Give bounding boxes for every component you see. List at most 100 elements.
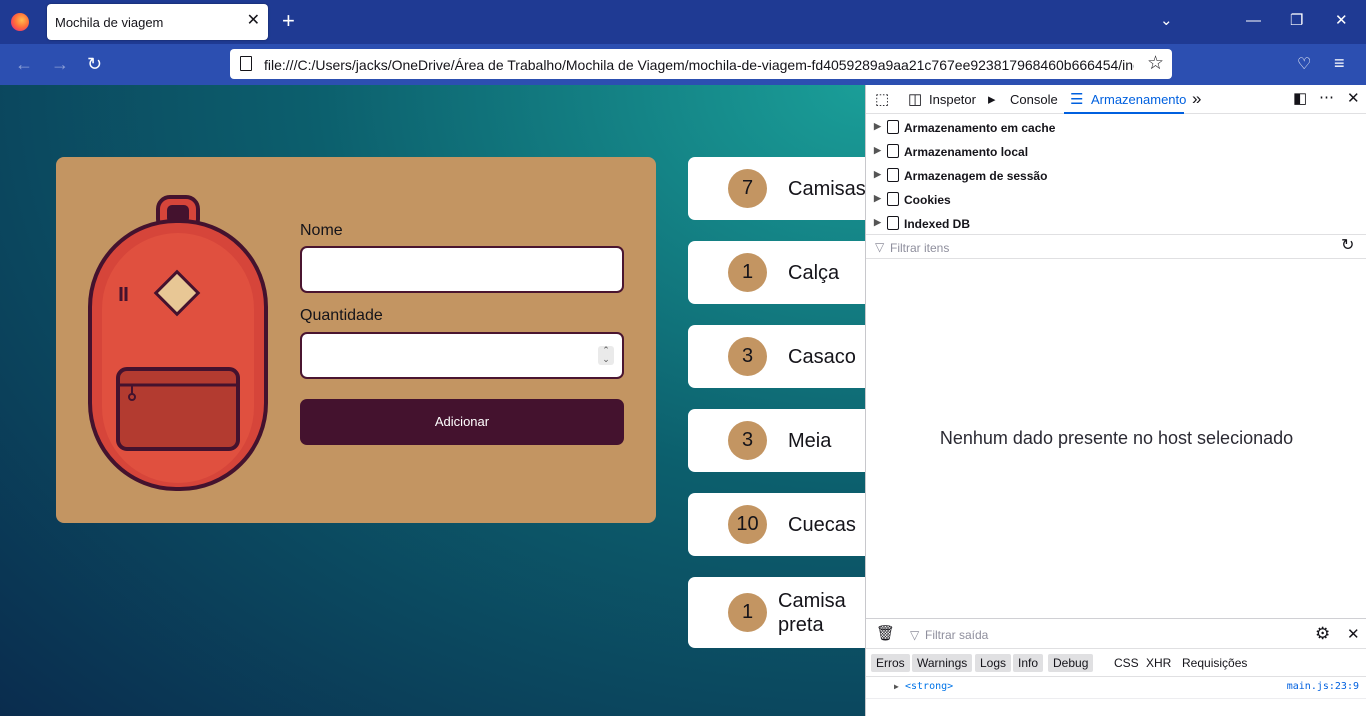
item-quantity-badge: 7 — [728, 169, 767, 208]
back-icon[interactable]: ← — [15, 53, 33, 75]
reload-icon[interactable]: ↻ — [87, 53, 102, 75]
name-label: Nome — [300, 222, 343, 239]
page-content: Nome Quantidade ⌃ ⌄ Adicionar 7 Camisas 1… — [0, 85, 865, 716]
filter-icon: ▽ — [875, 240, 885, 254]
new-tab-icon[interactable]: + — [282, 10, 295, 32]
expand-arrow-icon[interactable]: ▶ — [874, 145, 881, 156]
filter-output-input[interactable]: Filtrar saída — [925, 628, 988, 642]
filter-items-input[interactable]: Filtrar itens — [890, 241, 949, 255]
item-name: Cuecas — [788, 514, 856, 536]
storage-icon — [887, 144, 899, 158]
expand-arrow-icon[interactable]: ▶ — [874, 193, 881, 204]
more-options-icon[interactable]: ⋯ — [1319, 90, 1334, 106]
pocket-icon[interactable]: ♡ — [1297, 54, 1311, 76]
expand-arrow-icon[interactable]: ▶ — [894, 682, 899, 691]
add-button[interactable]: Adicionar — [300, 399, 624, 445]
storage-icon — [887, 120, 899, 134]
filter-logs-button[interactable]: Logs — [975, 654, 1012, 672]
close-window-icon[interactable]: ✕ — [1335, 12, 1348, 30]
console-log-entry[interactable]: ▶ <strong> main.js:23:9 — [866, 677, 1366, 699]
backpack-illustration — [88, 195, 268, 491]
bookmark-star-icon[interactable]: ☆ — [1147, 52, 1164, 75]
item-quantity-badge: 10 — [728, 505, 767, 544]
item-quantity-badge: 3 — [728, 421, 767, 460]
restore-icon[interactable]: ❐ — [1290, 12, 1303, 30]
console-level-filters: Erros Warnings Logs Info Debug CSS XHR R… — [866, 649, 1366, 677]
log-source-link[interactable]: main.js:23:9 — [1287, 681, 1359, 692]
quantity-input[interactable]: ⌃ ⌄ — [300, 332, 624, 379]
quantity-stepper[interactable]: ⌃ ⌄ — [598, 346, 614, 365]
page-icon — [240, 56, 252, 71]
filter-css-button[interactable]: CSS — [1114, 656, 1139, 670]
list-item: 3 Meia — [688, 409, 865, 472]
storage-icon: ☰ — [1070, 91, 1084, 108]
filter-info-button[interactable]: Info — [1013, 654, 1044, 672]
item-name: Casaco — [788, 346, 856, 368]
storage-tree-item[interactable]: ▶ Armazenamento em cache — [866, 115, 1366, 139]
storage-tree-item[interactable]: ▶ Indexed DB — [866, 211, 1366, 235]
filter-xhr-button[interactable]: XHR — [1146, 656, 1171, 670]
element-picker-icon[interactable]: ⬚ — [875, 92, 889, 108]
list-item: 10 Cuecas — [688, 493, 865, 556]
refresh-icon[interactable]: ↻ — [1341, 238, 1354, 254]
clear-console-icon[interactable]: 🗑 — [876, 626, 895, 642]
storage-tree-item[interactable]: ▶ Armazenamento local — [866, 139, 1366, 163]
console-filter-bar: 🗑 ▽ Filtrar saída ⚙ ✕ — [866, 618, 1366, 649]
menu-icon[interactable]: ≡ — [1334, 52, 1345, 74]
list-item: 1 Camisa preta — [688, 577, 865, 648]
list-item: 1 Calça — [688, 241, 865, 304]
log-message: <strong> — [905, 681, 954, 692]
item-name: Camisas — [788, 178, 865, 200]
tab-title: Mochila de viagem — [55, 15, 164, 30]
url-bar[interactable]: file:///C:/Users/jacks/OneDrive/Área de … — [230, 49, 1172, 79]
tab-mochila-de-viagem[interactable]: Mochila de viagem ✕ — [47, 4, 268, 40]
item-name: Meia — [788, 430, 832, 452]
browser-window: Mochila de viagem ✕ + ⌄ — ❐ ✕ ← → ↻ file… — [0, 0, 1366, 716]
close-devtools-icon[interactable]: ✕ — [1347, 91, 1360, 107]
storage-tree-item[interactable]: ▶ Cookies — [866, 187, 1366, 211]
tab-storage[interactable]: Armazenamento — [1091, 92, 1186, 107]
url-text: file:///C:/Users/jacks/OneDrive/Área de … — [264, 57, 1134, 73]
console-icon: ▸ — [988, 91, 996, 108]
add-item-card: Nome Quantidade ⌃ ⌄ Adicionar — [56, 157, 656, 523]
storage-tree-item[interactable]: ▶ Armazenagem de sessão — [866, 163, 1366, 187]
more-tabs-icon[interactable]: » — [1192, 90, 1201, 107]
dock-icon[interactable]: ◧ — [1293, 91, 1307, 107]
tab-console[interactable]: Console — [1010, 92, 1058, 107]
minimize-icon[interactable]: — — [1246, 12, 1261, 30]
item-name: Camisa preta — [778, 590, 846, 636]
item-quantity-badge: 1 — [728, 593, 767, 632]
firefox-logo-icon[interactable] — [11, 13, 29, 31]
name-input[interactable] — [300, 246, 624, 293]
filter-debug-button[interactable]: Debug — [1048, 654, 1094, 672]
storage-icon — [887, 192, 899, 206]
item-quantity-badge: 3 — [728, 337, 767, 376]
filter-icon: ▽ — [910, 628, 920, 642]
expand-arrow-icon[interactable]: ▶ — [874, 121, 881, 132]
empty-storage-message: Nenhum dado presente no host selecionado — [939, 428, 1294, 448]
console-settings-icon[interactable]: ⚙ — [1315, 625, 1330, 642]
list-all-tabs-icon[interactable]: ⌄ — [1160, 12, 1173, 30]
navigation-bar: ← → ↻ file:///C:/Users/jacks/OneDrive/Ár… — [0, 44, 1366, 85]
active-tab-indicator — [1064, 112, 1184, 114]
tab-inspector[interactable]: Inspetor — [929, 92, 976, 107]
close-console-icon[interactable]: ✕ — [1347, 627, 1360, 643]
storage-icon — [887, 168, 899, 182]
expand-arrow-icon[interactable]: ▶ — [874, 169, 881, 180]
tab-bar: Mochila de viagem ✕ + ⌄ — ❐ ✕ — [0, 0, 1366, 44]
list-item: 7 Camisas — [688, 157, 865, 220]
devtools-toolbar: ⬚ ◫ Inspetor ▸ Console ☰ Armazenamento »… — [866, 85, 1366, 114]
expand-arrow-icon[interactable]: ▶ — [874, 217, 881, 228]
item-name: Calça — [788, 262, 840, 284]
item-quantity-badge: 1 — [728, 253, 767, 292]
close-tab-icon[interactable]: ✕ — [247, 12, 260, 30]
filter-requests-button[interactable]: Requisições — [1182, 656, 1247, 670]
list-item: 3 Casaco — [688, 325, 865, 388]
storage-icon — [887, 216, 899, 230]
devtools-panel: ⬚ ◫ Inspetor ▸ Console ☰ Armazenamento »… — [865, 85, 1366, 716]
storage-filter-bar: ▽ Filtrar itens ↻ — [866, 234, 1366, 259]
forward-icon[interactable]: → — [51, 53, 69, 75]
filter-errors-button[interactable]: Erros — [871, 654, 910, 672]
inspector-icon: ◫ — [908, 91, 923, 108]
filter-warnings-button[interactable]: Warnings — [912, 654, 973, 672]
